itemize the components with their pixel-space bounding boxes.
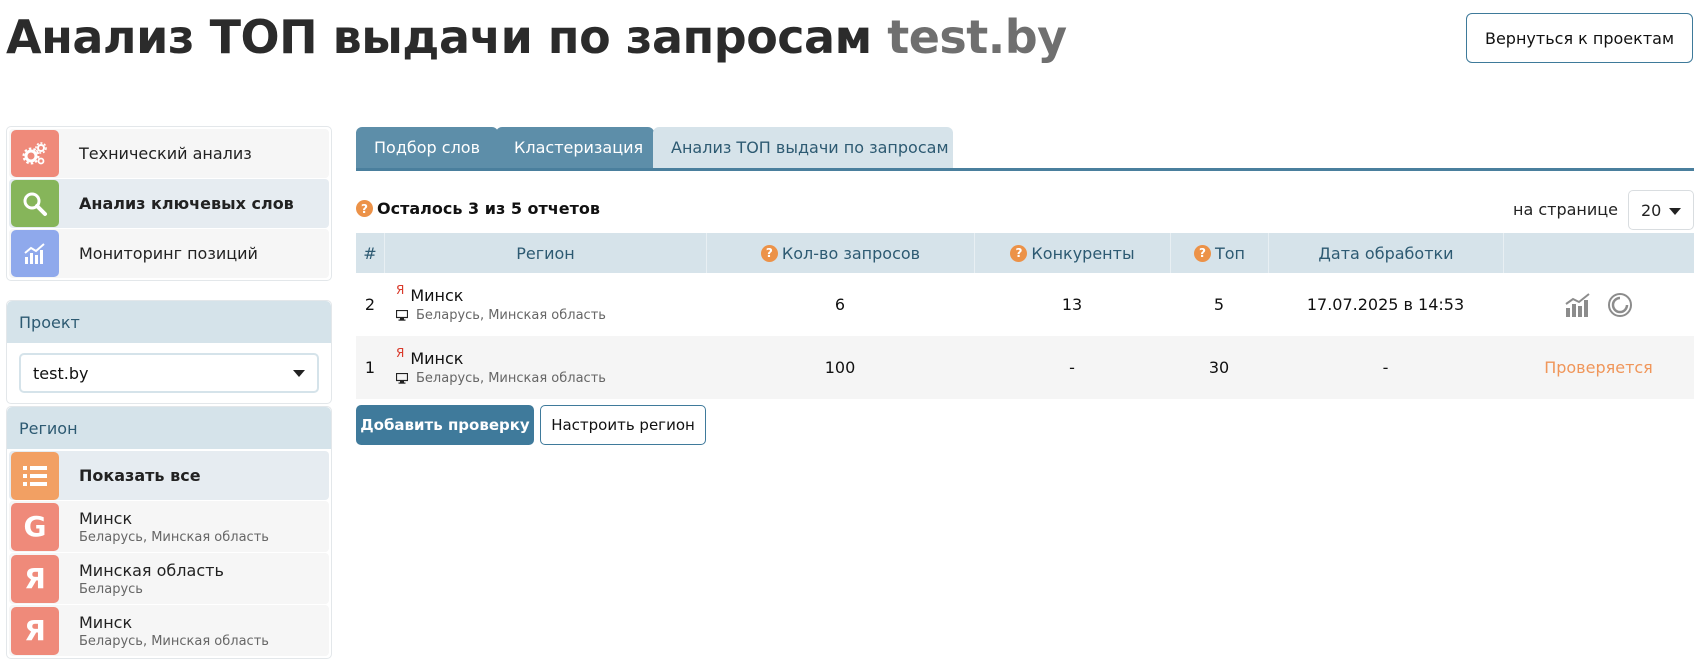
tab-word-selection[interactable]: Подбор слов [356, 127, 498, 168]
row-queries: 100 [824, 358, 856, 377]
header-top: ? Топ [1170, 233, 1268, 273]
configure-region-button[interactable]: Настроить регион [540, 405, 706, 445]
per-page-label: на странице [1513, 200, 1619, 219]
row-top: 30 [1208, 358, 1230, 377]
row-num: 2 [364, 295, 376, 314]
report-chart-icon[interactable] [1564, 292, 1591, 317]
project-panel: Проект test.by [6, 300, 332, 404]
row-date: 17.07.2025 в 14:53 [1306, 295, 1465, 314]
help-icon[interactable]: ? [356, 200, 373, 217]
back-to-projects-button[interactable]: Вернуться к проектам [1466, 13, 1693, 63]
header-competitors: ? Конкуренты [974, 233, 1170, 273]
results-table: # Регион ? Кол-во запросов ? Конкуренты … [356, 233, 1694, 399]
help-icon[interactable]: ? [1010, 244, 1028, 262]
chart-icon [11, 230, 59, 277]
region-name: Минск [79, 612, 133, 632]
tab-bar: Подбор слов Кластеризация Анализ ТОП выд… [356, 127, 1694, 171]
page-title: Анализ ТОП выдачи по запросам test.by [6, 10, 1067, 64]
region-item-show-all[interactable]: Показать все [9, 451, 329, 500]
row-region: Я Минск Беларусь, Минская область [384, 273, 706, 336]
region-name: Минская область [79, 560, 224, 580]
sidebar-item-position-monitoring[interactable]: Мониторинг позиций [9, 229, 329, 278]
header-top-label: Топ [1214, 243, 1246, 263]
table-row: 1 Я Минск Беларусь, Минская область 100 … [356, 336, 1694, 399]
sidebar-item-technical-analysis[interactable]: Технический анализ [9, 129, 329, 178]
row-region-sub: Беларусь, Минская область [416, 308, 606, 323]
header-date: Дата обработки [1268, 233, 1503, 273]
region-subtitle: Беларусь [79, 581, 143, 597]
row-region-sub: Беларусь, Минская область [416, 371, 606, 386]
header-competitors-label: Конкуренты [1031, 243, 1135, 263]
row-region-name: Минск [410, 349, 464, 368]
desktop-icon [396, 373, 408, 384]
page-title-text: Анализ ТОП выдачи по запросам [6, 10, 872, 64]
header-queries: ? Кол-во запросов [706, 233, 974, 273]
status-badge: Проверяется [1544, 358, 1653, 377]
google-icon: G [11, 502, 59, 551]
region-name: Показать все [79, 466, 201, 485]
region-name: Минск [79, 508, 133, 528]
help-icon[interactable]: ? [760, 244, 778, 262]
sidebar-menu: Технический анализ Анализ ключевых слов … [6, 126, 332, 281]
add-check-button[interactable]: Добавить проверку [356, 405, 534, 445]
reports-remaining-text: Осталось 3 из 5 отчетов [377, 199, 601, 218]
gears-icon [11, 130, 59, 177]
header-queries-label: Кол-во запросов [781, 243, 921, 263]
desktop-icon [396, 310, 408, 321]
row-competitors: 13 [1061, 295, 1083, 314]
row-competitors: - [1069, 358, 1075, 377]
row-region-name: Минск [410, 286, 464, 305]
row-queries: 6 [834, 295, 846, 314]
chevron-down-icon [1669, 208, 1681, 215]
per-page-value: 20 [1641, 200, 1662, 220]
row-date: - [1382, 358, 1389, 377]
header-actions [1503, 233, 1694, 273]
project-select[interactable]: test.by [19, 353, 319, 393]
header-num: # [363, 243, 377, 263]
row-actions: Проверяется [1503, 336, 1694, 399]
region-heading: Регион [7, 407, 331, 449]
project-select-value: test.by [33, 363, 89, 383]
row-actions [1503, 273, 1694, 336]
sidebar-item-label: Анализ ключевых слов [79, 194, 294, 213]
table-header: # Регион ? Кол-во запросов ? Конкуренты … [356, 233, 1694, 273]
sidebar-item-label: Технический анализ [79, 144, 252, 163]
reports-remaining: ? Осталось 3 из 5 отчетов [356, 199, 600, 218]
refresh-icon[interactable] [1607, 292, 1633, 318]
region-item[interactable]: Я Минск Беларусь, Минская область [9, 605, 329, 656]
row-top: 5 [1213, 295, 1225, 314]
region-subtitle: Беларусь, Минская область [79, 529, 269, 545]
list-icon [11, 451, 59, 500]
project-domain: test.by [887, 10, 1067, 64]
row-region: Я Минск Беларусь, Минская область [384, 336, 706, 399]
yandex-icon: Я [11, 606, 59, 655]
table-row: 2 Я Минск Беларусь, Минская область 6 13… [356, 273, 1694, 336]
sidebar-item-keyword-analysis[interactable]: Анализ ключевых слов [9, 179, 329, 228]
region-panel: Регион Показать все G Минск Беларусь, Ми… [6, 406, 332, 659]
help-icon[interactable]: ? [1193, 244, 1211, 262]
chevron-down-icon [293, 370, 305, 377]
search-icon [11, 180, 59, 227]
sidebar-item-label: Мониторинг позиций [79, 244, 258, 263]
yandex-icon: Я [396, 283, 405, 297]
yandex-icon: Я [396, 346, 405, 360]
tab-top-analysis[interactable]: Анализ ТОП выдачи по запросам [653, 127, 953, 168]
region-item[interactable]: Я Минская область Беларусь [9, 553, 329, 604]
region-item[interactable]: G Минск Беларусь, Минская область [9, 501, 329, 552]
per-page-select[interactable]: 20 [1628, 190, 1694, 230]
project-heading: Проект [7, 301, 331, 343]
row-num: 1 [364, 358, 376, 377]
region-subtitle: Беларусь, Минская область [79, 633, 269, 649]
tab-clustering[interactable]: Кластеризация [496, 127, 654, 168]
header-region: Регион [384, 233, 706, 273]
yandex-icon: Я [11, 554, 59, 603]
